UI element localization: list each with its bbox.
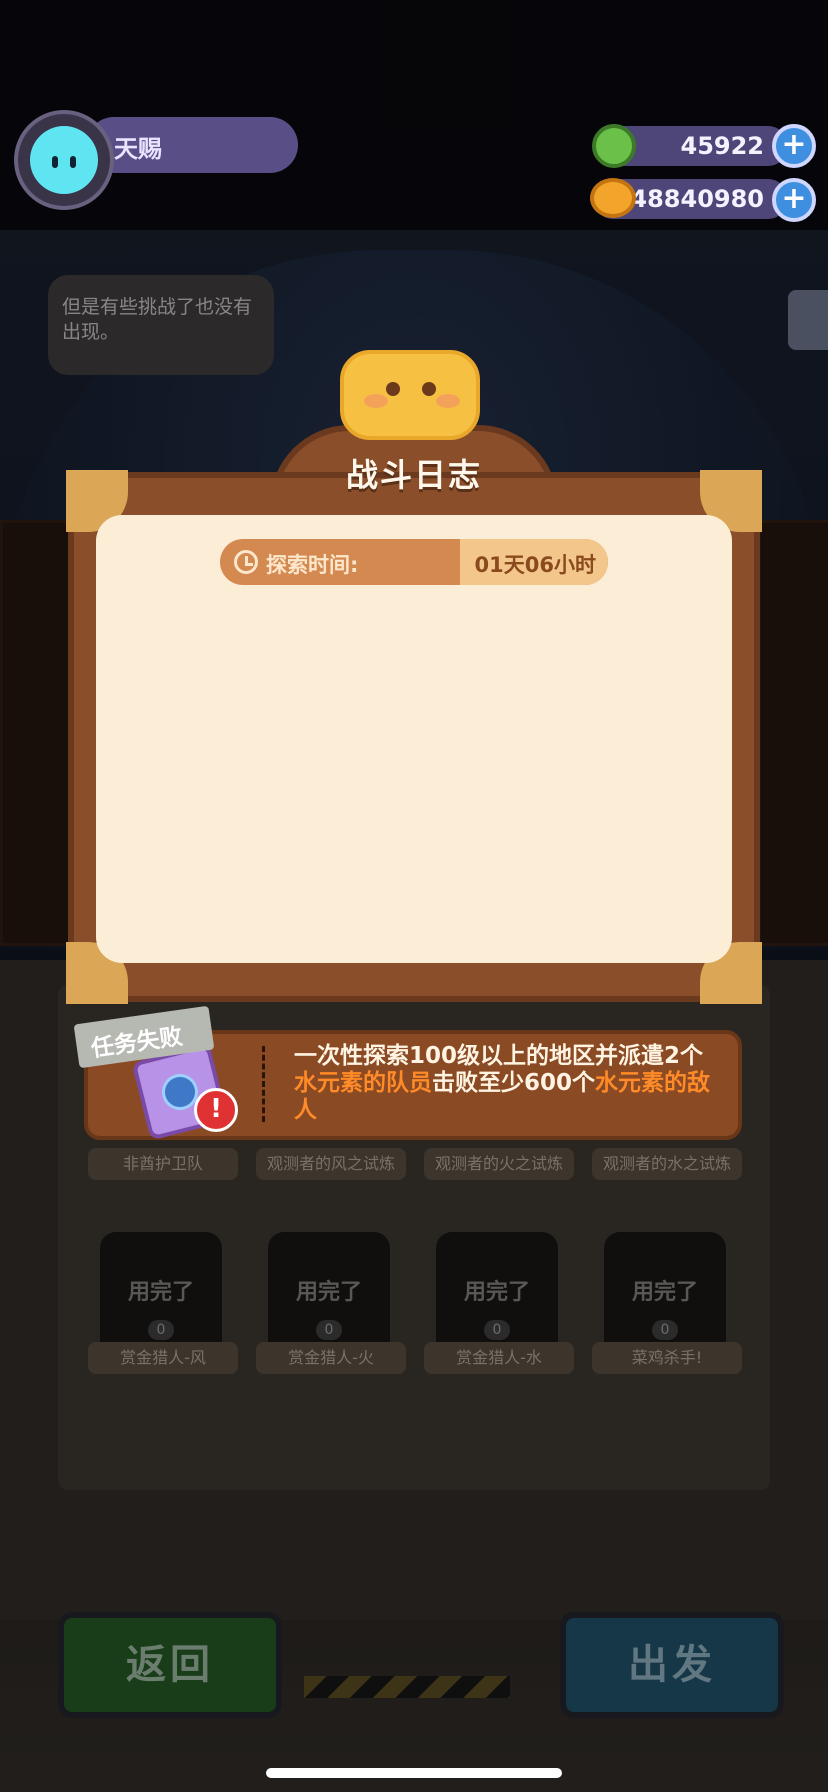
cat-avatar-icon [30, 126, 98, 194]
panel-title: 战斗日志 [345, 456, 482, 494]
task-description: 一次性探索100级以上的地区并派遣2个水元素的队员击败至少600个水元素的敌人 [294, 1043, 724, 1124]
alert-icon: ! [194, 1088, 238, 1132]
chat-mascot-icon [340, 350, 480, 440]
avatar[interactable] [14, 110, 114, 210]
scissors-icon[interactable] [788, 290, 828, 350]
explore-time-bar: 探索时间: 01天06小时 [220, 539, 608, 585]
explore-time-value: 01天06小时 [474, 553, 596, 577]
explore-time-label: 探索时间: [266, 553, 359, 577]
task-desc-text: 一次性探索100级以上的地区并派遣2个 [294, 1043, 704, 1069]
donut-gem-icon [592, 124, 636, 168]
player-name-pill[interactable]: 天赐 [86, 117, 298, 173]
task-desc-highlight: 水元素的队员 [294, 1070, 432, 1096]
player-name: 天赐 [114, 135, 162, 163]
coin-value: 148840980 [613, 185, 764, 213]
task-divider [262, 1046, 265, 1122]
task-desc-text: 击败至少600个 [432, 1070, 596, 1096]
home-indicator[interactable] [266, 1768, 562, 1778]
gem-value: 45922 [680, 132, 765, 160]
add-coins-button[interactable]: + [772, 178, 816, 222]
add-gems-button[interactable]: + [772, 124, 816, 168]
clock-icon [234, 550, 258, 574]
planet-coin-icon [590, 178, 636, 218]
